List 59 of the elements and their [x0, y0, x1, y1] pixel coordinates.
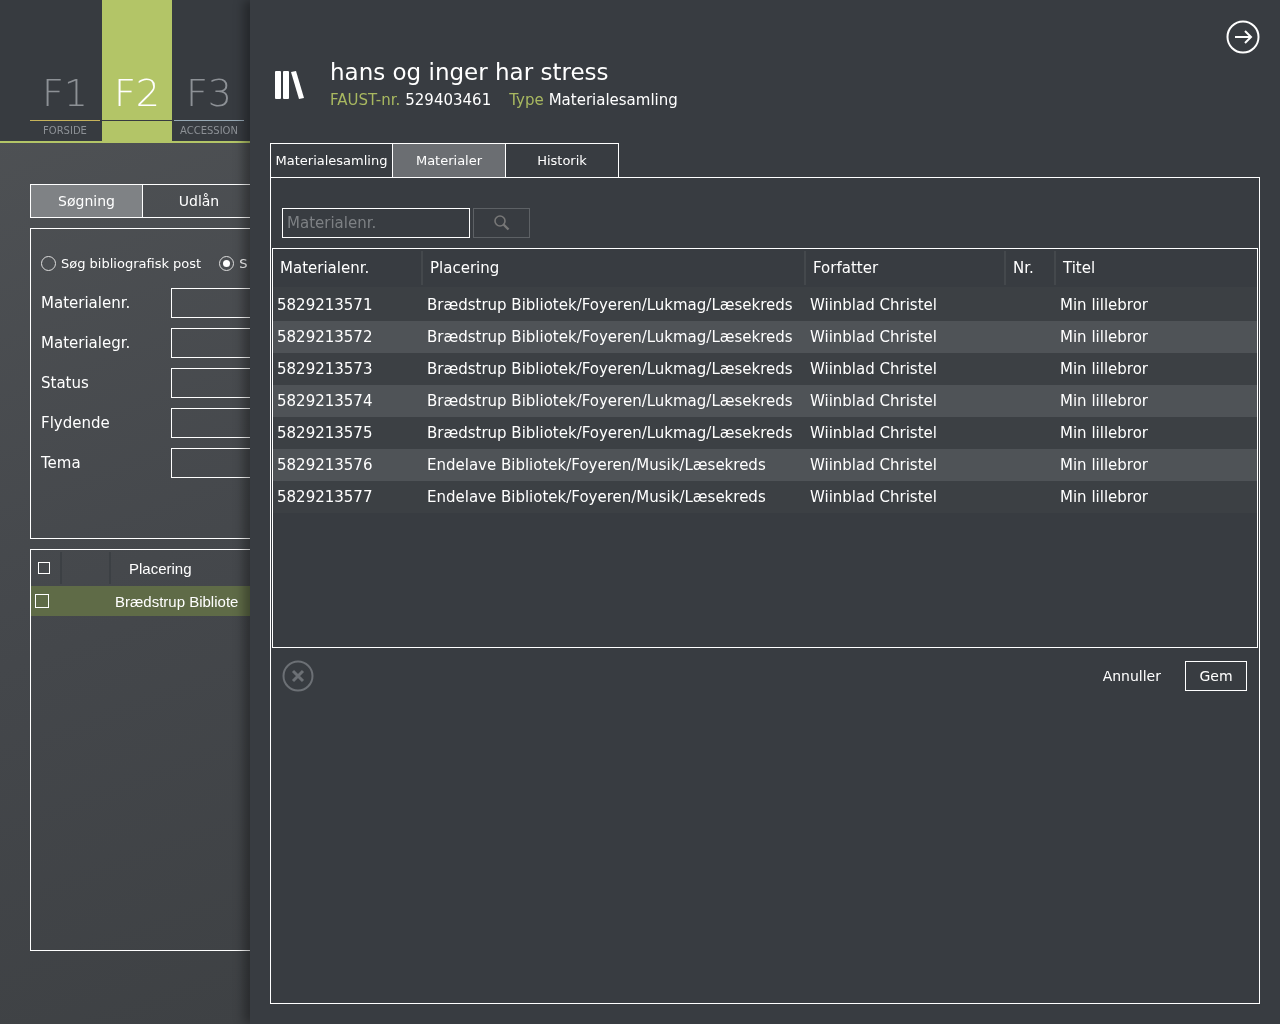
column-header[interactable]: Materialenr.	[273, 251, 423, 285]
table-cell: Wiinblad Christel	[810, 456, 937, 474]
type-value: Materialesamling	[548, 91, 678, 109]
table-cell: Min lillebror	[1060, 456, 1148, 474]
table-cell: 5829213573	[277, 360, 373, 378]
table-cell: Brædstrup Bibliotek/Foyeren/Lukmag/Læsekreds	[427, 392, 793, 410]
column-header[interactable]: Forfatter	[806, 251, 1006, 285]
faust-number: 529403461	[405, 91, 492, 109]
radio-option[interactable]: Søg bibliografisk post	[41, 256, 202, 271]
table-cell: Wiinblad Christel	[810, 424, 937, 442]
function-key-tab[interactable]: F1 FORSIDE	[30, 0, 100, 141]
column-header: Placering	[129, 559, 192, 577]
search-tab[interactable]: Søgning	[30, 184, 143, 218]
type-label: Type	[509, 91, 544, 109]
cancel-button[interactable]: Annuller	[1096, 667, 1167, 685]
table-cell: Wiinblad Christel	[810, 392, 937, 410]
table-cell: Min lillebror	[1060, 328, 1148, 346]
table-cell: Min lillebror	[1060, 488, 1148, 506]
field-label: Materialegr.	[41, 334, 132, 352]
faust-label: FAUST-nr.	[330, 91, 401, 109]
field-label: Materialenr.	[41, 294, 132, 312]
function-key-tab[interactable]: F3 ACCESSION	[174, 0, 244, 141]
field-label: Flydende	[41, 414, 111, 432]
checkbox[interactable]	[35, 594, 49, 608]
column-header[interactable]: Placering	[423, 251, 806, 285]
table-cell: 5829213574	[277, 392, 373, 410]
search-field[interactable]: Materialenr.	[282, 208, 470, 238]
table-cell: Wiinblad Christel	[810, 296, 937, 314]
grid-row[interactable]: Brædstrup Bibliote	[31, 586, 250, 616]
table-cell: Brædstrup Bibliotek/Foyeren/Lukmag/Læsekreds	[427, 328, 793, 346]
table-cell: 5829213576	[277, 456, 373, 474]
books-icon	[275, 69, 305, 101]
table-cell: Min lillebror	[1060, 296, 1148, 314]
checkbox[interactable]	[38, 562, 50, 574]
field-label: Tema	[41, 454, 82, 472]
table-cell: Min lillebror	[1060, 424, 1148, 442]
table-cell: 5829213575	[277, 424, 373, 442]
tab[interactable]: Historik	[506, 143, 619, 177]
field-label: Status	[41, 374, 90, 392]
column-header[interactable]: Nr.	[1006, 251, 1056, 285]
table-cell: 5829213571	[277, 296, 373, 314]
tab[interactable]: Materialer	[393, 143, 506, 177]
table-cell: Wiinblad Christel	[810, 328, 937, 346]
table-cell: Endelave Bibliotek/Foyeren/Musik/Læsekreds	[427, 488, 766, 506]
table-cell: 5829213577	[277, 488, 373, 506]
table-cell: Min lillebror	[1060, 392, 1148, 410]
arrow-right-circle-icon[interactable]	[1226, 20, 1260, 54]
table-cell: Brædstrup Bibliotek/Foyeren/Lukmag/Læsekreds	[427, 424, 793, 442]
table-cell: Wiinblad Christel	[810, 488, 937, 506]
column-header[interactable]: Titel	[1056, 251, 1257, 285]
save-button[interactable]: Gem	[1185, 661, 1247, 691]
table-cell: Brædstrup Bibliotek/Foyeren/Lukmag/Læsekreds	[427, 296, 793, 314]
table-cell: Brædstrup Bibliotek/Foyeren/Lukmag/Læsekreds	[427, 360, 793, 378]
search-icon	[492, 214, 511, 232]
record-title: hans og inger har stress	[330, 58, 610, 87]
table-cell: Min lillebror	[1060, 360, 1148, 378]
table-cell: 5829213572	[277, 328, 373, 346]
table-cell: Endelave Bibliotek/Foyeren/Musik/Læsekreds	[427, 456, 766, 474]
table-cell: Wiinblad Christel	[810, 360, 937, 378]
